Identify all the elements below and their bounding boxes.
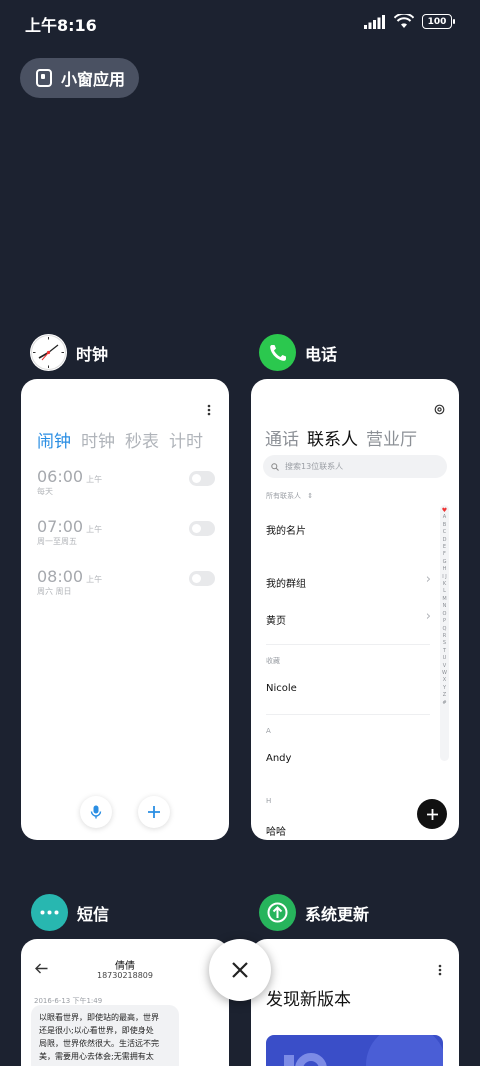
- sms-message-line: 还是很小;以心看世界，即使身处: [39, 1026, 154, 1035]
- tab-stopwatch[interactable]: 秒表: [125, 427, 159, 452]
- favorites-heart-icon: ♥: [441, 507, 448, 514]
- small-window-apps-button[interactable]: 小窗应用: [20, 58, 139, 98]
- alarm-time: 07:00: [37, 517, 84, 536]
- contacts-filter[interactable]: 所有联系人 ⇕: [266, 491, 313, 501]
- sms-app-card[interactable]: 倩倩 18730218809 2016-6-13 下午1:49 以眼看世界，即使…: [21, 939, 229, 1066]
- contacts-filter-label: 所有联系人: [266, 492, 301, 500]
- sms-message-bubble[interactable]: 以眼看世界，即使站的最高，世界 还是很小;以心看世界，即使身处 局限，世界依然很…: [31, 1005, 179, 1066]
- settings-gear-icon[interactable]: [434, 404, 445, 415]
- update-app-icon: [259, 894, 296, 931]
- divider: [266, 644, 430, 645]
- update-title: 发现新版本: [266, 990, 351, 1010]
- phone-tabs: 通话 联系人 营业厅: [265, 425, 417, 450]
- clear-all-button[interactable]: [209, 939, 271, 1001]
- clock-app-name: 时钟: [76, 344, 109, 364]
- search-placeholder: 搜索13位联系人: [285, 462, 344, 471]
- tab-calls[interactable]: 通话: [265, 425, 299, 450]
- update-app-header[interactable]: 系统更新: [259, 894, 369, 931]
- update-app-card[interactable]: 发现新版本: [251, 939, 459, 1066]
- alarm-ampm: 上午: [86, 525, 103, 534]
- section-header: A: [266, 727, 271, 735]
- sms-message-line: 以眼看世界，即使站的最高，世界: [39, 1013, 159, 1022]
- small-window-label: 小窗应用: [61, 70, 126, 89]
- contact-row[interactable]: Andy: [266, 753, 291, 764]
- clock-app-header[interactable]: 时钟: [30, 334, 108, 371]
- plus-icon: [148, 806, 160, 818]
- tab-service-hall[interactable]: 营业厅: [366, 425, 417, 450]
- add-contact-button[interactable]: [417, 799, 447, 829]
- sms-app-icon: [31, 894, 68, 931]
- sort-icon: ⇕: [307, 492, 314, 500]
- phone-app-icon: [259, 334, 296, 371]
- alphabet-index-letters: A B C D E F G H I J K L M N O P Q R S T …: [442, 514, 447, 706]
- favorites-header: 收藏: [266, 657, 280, 665]
- plus-icon: [426, 808, 438, 820]
- phone-app-name: 电话: [305, 344, 338, 364]
- contact-row[interactable]: Nicole: [266, 683, 297, 694]
- close-icon: [232, 962, 248, 978]
- status-icons: 100: [364, 14, 455, 29]
- alarm-item[interactable]: 06:00 上午 每天: [37, 467, 215, 497]
- my-groups-row[interactable]: 我的群组: [266, 575, 306, 590]
- clock-app-card[interactable]: 闹钟 时钟 秒表 计时 06:00 上午 每天 07:00 上午 周一至周五 08:…: [21, 379, 229, 840]
- update-app-name: 系统更新: [305, 904, 370, 924]
- alarm-toggle[interactable]: [189, 521, 215, 536]
- divider: [266, 714, 430, 715]
- sms-contact-name: 倩倩: [115, 961, 135, 972]
- sms-app-name: 短信: [77, 904, 110, 924]
- chevron-right-icon: ›: [425, 572, 431, 587]
- signal-icon: [364, 14, 385, 29]
- alarm-days: 每天: [37, 487, 53, 496]
- phone-app-card[interactable]: 通话 联系人 营业厅 搜索13位联系人 所有联系人 ⇕ 我的名片 我的群组 › …: [251, 379, 459, 840]
- alarm-days: 周一至周五: [37, 537, 77, 546]
- yellow-pages-row[interactable]: 黄页: [266, 612, 286, 627]
- tab-contacts[interactable]: 联系人: [307, 425, 358, 450]
- clock-app-icon: [30, 334, 67, 371]
- alarm-time: 08:00: [37, 567, 84, 586]
- voice-alarm-button[interactable]: [80, 796, 112, 828]
- contacts-search-input[interactable]: 搜索13位联系人: [263, 455, 447, 478]
- phone-app-header[interactable]: 电话: [259, 334, 337, 371]
- contact-row[interactable]: 哈哈: [266, 823, 286, 838]
- alarm-toggle[interactable]: [189, 571, 215, 586]
- alarm-time: 06:00: [37, 467, 84, 486]
- alarm-toggle[interactable]: [189, 471, 215, 486]
- sms-contact-number: 18730218809: [97, 971, 153, 980]
- more-options-icon[interactable]: [207, 404, 211, 416]
- microphone-icon: [90, 805, 102, 819]
- alarm-days: 周六 周日: [37, 587, 72, 596]
- tab-clock[interactable]: 时钟: [81, 427, 115, 452]
- clock-tabs: 闹钟 时钟 秒表 计时: [37, 427, 203, 452]
- status-bar: 上午8:16 100: [0, 0, 480, 46]
- section-header: H: [266, 797, 272, 805]
- status-time: 上午8:16: [25, 16, 97, 35]
- battery-icon: 100: [422, 14, 455, 29]
- sms-app-header[interactable]: 短信: [31, 894, 109, 931]
- search-icon: [271, 462, 279, 471]
- alarm-ampm: 上午: [86, 575, 103, 584]
- update-banner-image: [266, 1035, 443, 1066]
- alarm-ampm: 上午: [86, 475, 103, 484]
- tab-alarm[interactable]: 闹钟: [37, 427, 71, 452]
- my-card-row[interactable]: 我的名片: [266, 522, 306, 537]
- alphabet-index[interactable]: ♥ A B C D E F G H I J K L M N O P Q R S …: [440, 505, 449, 761]
- small-window-icon: [36, 69, 52, 87]
- more-options-icon[interactable]: [438, 964, 442, 976]
- add-alarm-button[interactable]: [138, 796, 170, 828]
- sms-message-line: 局限，世界依然很大。生活远不完: [39, 1039, 159, 1048]
- wifi-icon: [394, 14, 414, 28]
- tab-timer[interactable]: 计时: [169, 427, 203, 452]
- chevron-right-icon: ›: [425, 609, 431, 624]
- sms-message-line: 美，需要用心去体会;无需拥有太: [39, 1052, 154, 1061]
- alarm-item[interactable]: 07:00 上午 周一至周五: [37, 517, 215, 547]
- alarm-item[interactable]: 08:00 上午 周六 周日: [37, 567, 215, 597]
